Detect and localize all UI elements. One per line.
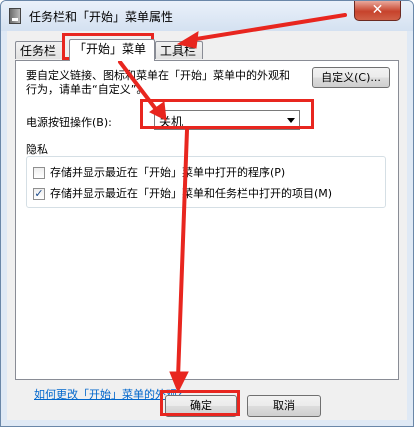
properties-dialog: 任务栏和「开始」菜单属性 ✕ 任务栏 「开始」菜单 工具栏 要自定义链接、图标和… [0,0,414,427]
tab-toolbars[interactable]: 工具栏 [155,41,203,59]
tab-label: 任务栏 [20,44,57,58]
help-link[interactable]: 如何更改「开始」菜单的外观? [34,386,183,402]
taskbar-app-icon [9,8,21,24]
recent-programs-label: 存储并显示最近在「开始」菜单中打开的程序(P) [50,166,286,179]
privacy-heading: 隐私 [26,143,48,156]
close-button[interactable]: ✕ [354,1,401,21]
ok-button[interactable]: 确定 [165,395,237,417]
cancel-button[interactable]: 取消 [247,395,321,417]
customize-button[interactable]: 自定义(C)... [312,67,390,88]
chevron-down-icon [287,118,295,123]
tab-label: 「开始」菜单 [74,42,147,56]
recent-items-label: 存储并显示最近在「开始」菜单和任务栏中打开的项目(M) [50,187,333,200]
close-icon: ✕ [371,2,384,18]
power-button-select[interactable]: 关机 [154,110,300,130]
customize-description: 要自定义链接、图标和菜单在「开始」菜单中的外观和行为，请单击“自定义”。 [26,69,290,96]
power-button-label: 电源按钮操作(B): [26,116,112,129]
window-title: 任务栏和「开始」菜单属性 [29,10,174,24]
start-menu-panel: 要自定义链接、图标和菜单在「开始」菜单中的外观和行为，请单击“自定义”。 自定义… [15,60,399,401]
recent-items-checkbox[interactable]: ✓ [33,188,45,200]
privacy-group: 存储并显示最近在「开始」菜单中打开的程序(P) ✓ 存储并显示最近在「开始」菜单… [26,156,386,208]
title-bar[interactable]: 任务栏和「开始」菜单属性 ✕ [1,1,413,31]
tab-start-menu[interactable]: 「开始」菜单 [69,39,155,61]
power-button-value: 关机 [159,115,184,129]
tab-label: 工具栏 [160,44,197,58]
tab-taskbar[interactable]: 任务栏 [15,41,65,59]
recent-programs-checkbox[interactable] [33,167,45,179]
dialog-body: 任务栏 「开始」菜单 工具栏 要自定义链接、图标和菜单在「开始」菜单中的外观和行… [7,31,407,420]
